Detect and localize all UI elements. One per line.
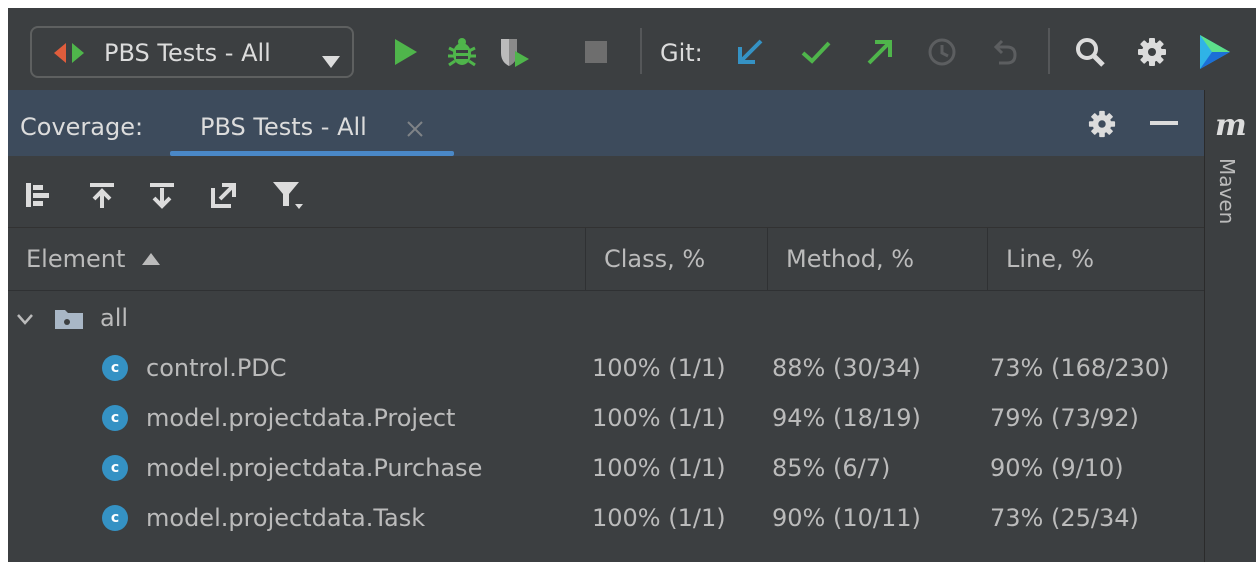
stop-icon[interactable] bbox=[576, 32, 616, 72]
git-rollback-icon[interactable] bbox=[984, 32, 1024, 72]
element-name: model.projectdata.Purchase bbox=[146, 454, 483, 482]
column-header-label: Method, % bbox=[786, 245, 915, 273]
element-name: model.projectdata.Project bbox=[146, 404, 456, 432]
maven-logo-icon[interactable]: m bbox=[1215, 108, 1247, 143]
run-config-icon bbox=[52, 41, 88, 71]
search-icon[interactable] bbox=[1070, 32, 1110, 72]
settings-icon[interactable] bbox=[1132, 32, 1172, 72]
navigate-down-icon[interactable] bbox=[144, 177, 180, 213]
coverage-toolbar bbox=[8, 157, 1204, 228]
right-tool-strip: m Maven bbox=[1204, 90, 1256, 562]
class-icon: c bbox=[102, 505, 128, 531]
debug-icon[interactable] bbox=[442, 32, 482, 72]
class-icon: c bbox=[102, 355, 128, 381]
column-header-element[interactable]: Element bbox=[8, 228, 586, 290]
class-coverage: 100% (1/1) bbox=[592, 454, 726, 482]
coverage-run-icon[interactable] bbox=[494, 32, 534, 72]
line-coverage: 79% (73/92) bbox=[990, 404, 1139, 432]
navigate-up-icon[interactable] bbox=[84, 177, 120, 213]
toolbar-separator bbox=[1048, 28, 1050, 74]
active-tab-indicator bbox=[170, 151, 454, 156]
coverage-table-header: Element Class, % Method, % Line, % bbox=[8, 228, 1204, 291]
git-push-icon[interactable] bbox=[860, 32, 900, 72]
table-row[interactable]: c model.projectdata.Project 100% (1/1) 9… bbox=[8, 393, 1204, 443]
column-header-line[interactable]: Line, % bbox=[988, 228, 1204, 290]
class-coverage: 100% (1/1) bbox=[592, 354, 726, 382]
method-coverage: 94% (18/19) bbox=[772, 404, 921, 432]
ide-window: PBS Tests - All Git: Coverage: PBS Tests… bbox=[8, 8, 1256, 562]
method-coverage: 88% (30/34) bbox=[772, 354, 921, 382]
column-header-label: Line, % bbox=[1006, 245, 1095, 273]
tool-window-title: Coverage: bbox=[20, 113, 144, 141]
method-coverage: 90% (10/11) bbox=[772, 504, 921, 532]
run-configuration-selector[interactable]: PBS Tests - All bbox=[30, 26, 354, 78]
class-coverage: 100% (1/1) bbox=[592, 504, 726, 532]
minimize-icon[interactable] bbox=[1144, 110, 1184, 136]
chevron-down-icon[interactable] bbox=[16, 293, 34, 343]
class-coverage: 100% (1/1) bbox=[592, 404, 726, 432]
git-label: Git: bbox=[660, 39, 703, 67]
tree-root-row[interactable]: all bbox=[8, 293, 1204, 343]
tab-label: PBS Tests - All bbox=[200, 113, 367, 141]
table-row[interactable]: c model.projectdata.Purchase 100% (1/1) … bbox=[8, 443, 1204, 493]
run-config-label: PBS Tests - All bbox=[104, 39, 271, 67]
folder-icon bbox=[54, 293, 84, 343]
coverage-table-body: all c control.PDC 100% (1/1) 88% (30/34)… bbox=[8, 291, 1204, 562]
toolbar-separator bbox=[640, 28, 642, 74]
line-coverage: 90% (9/10) bbox=[990, 454, 1124, 482]
class-icon: c bbox=[102, 405, 128, 431]
export-icon[interactable] bbox=[206, 177, 242, 213]
git-update-icon[interactable] bbox=[730, 32, 770, 72]
flatten-packages-icon[interactable] bbox=[20, 177, 56, 213]
coverage-tool-window-header: Coverage: PBS Tests - All bbox=[8, 90, 1204, 156]
plugin-logo-icon[interactable] bbox=[1194, 32, 1234, 72]
class-icon: c bbox=[102, 455, 128, 481]
line-coverage: 73% (168/230) bbox=[990, 354, 1170, 382]
line-coverage: 73% (25/34) bbox=[990, 504, 1139, 532]
tab-pbs-tests-all[interactable]: PBS Tests - All bbox=[170, 98, 454, 156]
column-header-label: Class, % bbox=[604, 245, 706, 273]
settings-icon[interactable] bbox=[1088, 110, 1116, 142]
main-toolbar: PBS Tests - All Git: bbox=[8, 8, 1256, 91]
column-header-label: Element bbox=[26, 245, 126, 273]
table-row[interactable]: c control.PDC 100% (1/1) 88% (30/34) 73%… bbox=[8, 343, 1204, 393]
sort-ascending-icon bbox=[141, 252, 161, 266]
table-row[interactable]: c model.projectdata.Task 100% (1/1) 90% … bbox=[8, 493, 1204, 543]
method-coverage: 85% (6/7) bbox=[772, 454, 891, 482]
filter-icon[interactable] bbox=[270, 177, 306, 213]
git-history-icon[interactable] bbox=[922, 32, 962, 72]
tree-root-label: all bbox=[100, 304, 129, 332]
column-header-method[interactable]: Method, % bbox=[768, 228, 988, 290]
run-icon[interactable] bbox=[386, 32, 426, 72]
git-commit-icon[interactable] bbox=[796, 32, 836, 72]
column-header-class[interactable]: Class, % bbox=[586, 228, 768, 290]
element-name: model.projectdata.Task bbox=[146, 504, 426, 532]
chevron-down-icon bbox=[322, 46, 340, 74]
element-name: control.PDC bbox=[146, 354, 287, 382]
close-icon[interactable] bbox=[406, 120, 424, 142]
maven-tool-window-button[interactable]: Maven bbox=[1215, 158, 1239, 224]
